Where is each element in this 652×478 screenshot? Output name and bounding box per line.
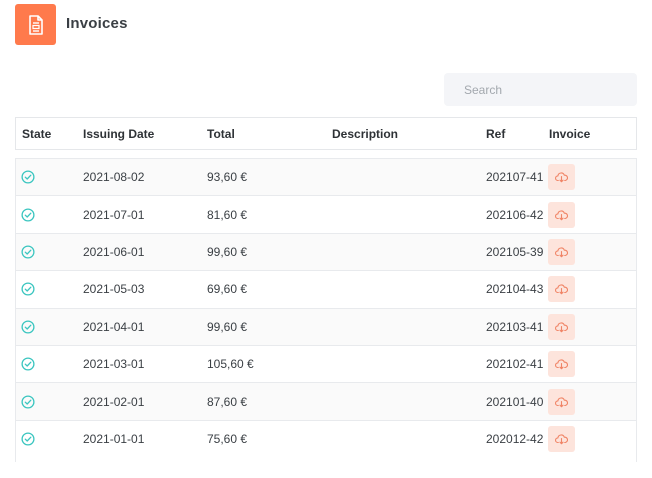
check-circle-icon [21,432,35,446]
table-header: State Issuing Date Total Description Ref… [15,117,637,150]
cloud-download-icon [555,172,568,183]
ref-cell: 202107-41 [486,170,544,185]
cloud-download-icon [555,359,568,370]
download-invoice-button[interactable] [548,276,575,303]
total-cell: 93,60 € [207,170,248,185]
download-invoice-button[interactable] [548,388,575,415]
column-header-issuing-date[interactable]: Issuing Date [83,127,154,141]
issuing-date-cell: 2021-08-02 [83,170,145,185]
check-circle-icon [21,282,35,296]
ref-cell: 202104-43 [486,282,544,297]
table-row: 2021-02-01 87,60 € 202101-40 [16,382,636,420]
cloud-download-icon [555,396,568,407]
total-cell: 87,60 € [207,394,248,409]
page-title: Invoices [66,15,128,32]
search-input[interactable] [444,73,637,106]
issuing-date-cell: 2021-06-01 [83,244,145,259]
issuing-date-cell: 2021-05-03 [83,282,145,297]
issuing-date-cell: 2021-04-01 [83,319,145,334]
cloud-download-icon [555,247,568,258]
download-invoice-button[interactable] [548,238,575,265]
cloud-download-icon [555,434,568,445]
table-row: 2021-08-02 93,60 € 202107-41 [16,158,636,196]
check-circle-icon [21,245,35,259]
total-cell: 75,60 € [207,431,248,446]
ref-cell: 202103-41 [486,319,544,334]
check-circle-icon [21,170,35,184]
download-invoice-button[interactable] [548,425,575,452]
issuing-date-cell: 2021-02-01 [83,394,145,409]
column-header-ref[interactable]: Ref [486,127,505,141]
issuing-date-cell: 2021-03-01 [83,357,145,372]
total-cell: 99,60 € [207,244,248,259]
check-circle-icon [21,357,35,371]
table-row: 2021-03-01 105,60 € 202102-41 [16,344,636,383]
column-header-invoice[interactable]: Invoice [549,127,590,141]
check-circle-icon [21,394,35,409]
total-cell: 81,60 € [207,207,248,222]
table-row: 2021-05-03 69,60 € 202104-43 [16,270,636,308]
table-row: 2021-07-01 81,60 € 202106-42 [16,195,636,233]
ref-cell: 202106-42 [486,207,544,222]
check-circle-icon [21,320,35,334]
download-invoice-button[interactable] [548,313,575,340]
ref-cell: 202102-41 [486,357,544,372]
ref-cell: 202105-39 [486,244,544,259]
table-row: 2021-01-01 75,60 € 202012-42 [16,419,636,458]
issuing-date-cell: 2021-07-01 [83,207,145,222]
total-cell: 99,60 € [207,319,248,334]
cloud-download-icon [555,210,568,220]
ref-cell: 202012-42 [486,431,544,446]
column-header-description[interactable]: Description [332,127,398,141]
table-scroll-clip [15,462,637,478]
table-row: 2021-06-01 99,60 € 202105-39 [16,232,636,271]
issuing-date-cell: 2021-01-01 [83,431,145,446]
invoices-page: Invoices State Issuing Date Total Descri… [0,0,652,478]
ref-cell: 202101-40 [486,394,544,409]
column-header-state[interactable]: State [22,127,51,141]
invoice-table-body: 2021-08-02 93,60 € 202107-41 2021-07-01 … [15,158,637,464]
table-row: 2021-04-01 99,60 € 202103-41 [16,307,636,345]
column-header-total[interactable]: Total [207,127,235,141]
check-circle-icon [21,208,35,222]
cloud-download-icon [555,322,568,332]
invoice-document-icon [15,4,56,45]
cloud-download-icon [555,284,568,295]
total-cell: 69,60 € [207,282,248,297]
download-invoice-button[interactable] [548,201,575,228]
total-cell: 105,60 € [207,357,254,372]
download-invoice-button[interactable] [548,164,575,191]
download-invoice-button[interactable] [548,351,575,378]
